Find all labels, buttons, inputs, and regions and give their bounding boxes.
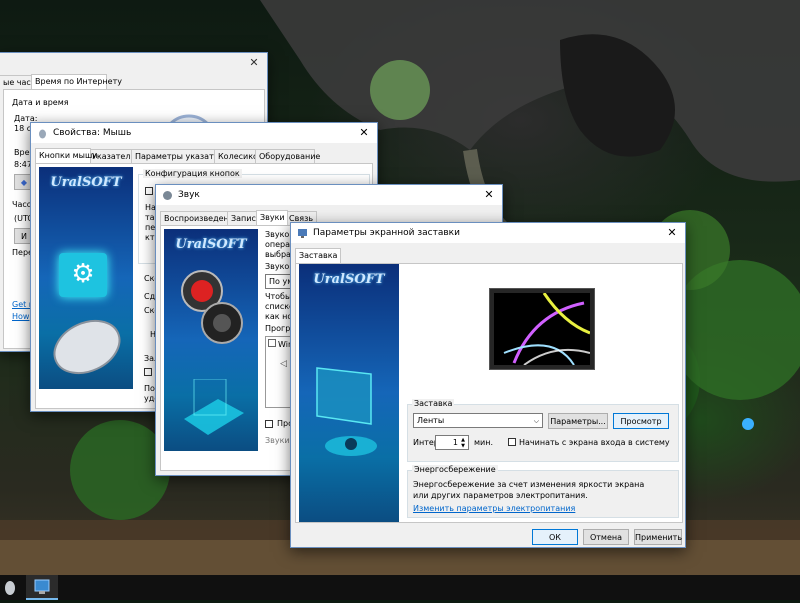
tab-extra-clocks[interactable]: ые часы (0, 75, 37, 89)
screensaver-group: Заставка Ленты ⌵ Параметры... Просмотр И… (407, 399, 679, 462)
screensaver-window: Параметры экранной заставки ✕ Заставка U… (290, 222, 686, 548)
tab-hardware[interactable]: Оборудование (255, 149, 320, 163)
play-startup-checkbox[interactable] (265, 420, 273, 428)
window-title: Параметры экранной заставки (313, 228, 460, 238)
group-title: Конфигурация кнопок (143, 169, 242, 178)
chevron-down-icon: ⌵ (533, 417, 539, 425)
screensaver-titlebar[interactable]: Параметры экранной заставки ✕ (291, 223, 685, 243)
timezone-label: Часо (12, 200, 32, 209)
preview-monitor (489, 288, 595, 370)
energy-text: Энергосбережение за счет изменения яркос… (413, 480, 645, 500)
brand-logo: UralSOFT (175, 237, 247, 252)
clicklock-checkbox[interactable] (144, 368, 152, 376)
tab-pointer-options[interactable]: Параметры указателя (131, 149, 229, 163)
window-title: Свойства: Мышь (53, 128, 132, 138)
monitor-icon (298, 229, 307, 238)
spin-icon: ▲ ▼ (461, 437, 465, 449)
energy-group: Энергосбережение Энергосбережение за сче… (407, 465, 679, 518)
screensaver-icon (34, 579, 50, 594)
power-settings-link[interactable]: Изменить параметры электропитания (413, 504, 575, 513)
date-value: 18 с (14, 124, 32, 133)
monitor-art-icon (316, 367, 377, 456)
taskbar-screensaver-button[interactable] (26, 575, 58, 600)
sound-titlebar[interactable]: Звук ✕ (156, 185, 502, 205)
close-button[interactable]: ✕ (241, 53, 267, 73)
gear-tile: ⚙ (59, 253, 107, 297)
tab-buttons[interactable]: Кнопки мыши (35, 148, 97, 163)
link-how[interactable]: How (12, 312, 29, 321)
shield-icon: ◆ (20, 178, 28, 187)
ok-button[interactable]: ОК (532, 529, 578, 545)
close-button[interactable]: ✕ (476, 185, 502, 205)
window-title: Звук (178, 190, 200, 200)
taskbar (0, 575, 800, 600)
speaker-icon: ◁ (280, 359, 287, 369)
logon-checkbox[interactable] (508, 438, 516, 446)
tab-recording[interactable]: Запись (227, 211, 261, 225)
interval-stepper[interactable]: 1 ▲ ▼ (435, 435, 469, 450)
pad-icon (184, 379, 244, 435)
tab-screensaver[interactable]: Заставка (295, 248, 341, 263)
mouse-icon (39, 129, 46, 139)
preview-screen (494, 293, 590, 365)
logon-label: Начинать с экрана входа в систему (519, 438, 670, 447)
computer-mouse-icon (53, 319, 121, 375)
screensaver-panel: UralSOFT Заставка Ленты ⌵ Параметры... П… (295, 263, 683, 523)
preview-button[interactable]: Просмотр (613, 413, 669, 429)
screensaver-value: Ленты (417, 416, 445, 425)
tab-playback[interactable]: Воспроизведение (160, 211, 239, 225)
sounds-label: Звуки: (265, 436, 293, 445)
close-button[interactable]: ✕ (351, 123, 377, 143)
tab-wheel[interactable]: Колесико (214, 149, 258, 163)
brand-panel: UralSOFT ⚙ (39, 167, 133, 389)
gear-icon: ⚙ (71, 259, 95, 289)
expand-icon (268, 339, 276, 347)
brand-logo: UralSOFT (50, 175, 122, 190)
group-title: Энергосбережение (412, 465, 498, 474)
tab-internet-time[interactable]: Время по Интернету (31, 74, 122, 89)
brand-panel: UralSOFT (299, 264, 399, 522)
swap-buttons-checkbox[interactable] (145, 187, 153, 195)
screensaver-select[interactable]: Ленты ⌵ (413, 413, 543, 428)
section-title: Дата и время (12, 98, 69, 107)
brand-logo: UralSOFT (313, 272, 385, 287)
brand-panel: UralSOFT (164, 229, 258, 451)
apply-button[interactable]: Применить (634, 529, 682, 545)
interval-value: 1 (452, 438, 458, 447)
group-title: Заставка (412, 399, 455, 408)
close-button[interactable]: ✕ (659, 223, 685, 243)
tab-sounds[interactable]: Звуки (256, 210, 288, 225)
mouse-titlebar[interactable]: Свойства: Мышь ✕ (31, 123, 377, 143)
settings-button[interactable]: Параметры... (548, 413, 608, 429)
double-click-label: Сд (144, 292, 156, 301)
speakers-icon (181, 270, 243, 344)
speaker-icon (163, 191, 172, 200)
minutes-label: мин. (474, 438, 494, 447)
cancel-button[interactable]: Отмена (583, 529, 629, 545)
